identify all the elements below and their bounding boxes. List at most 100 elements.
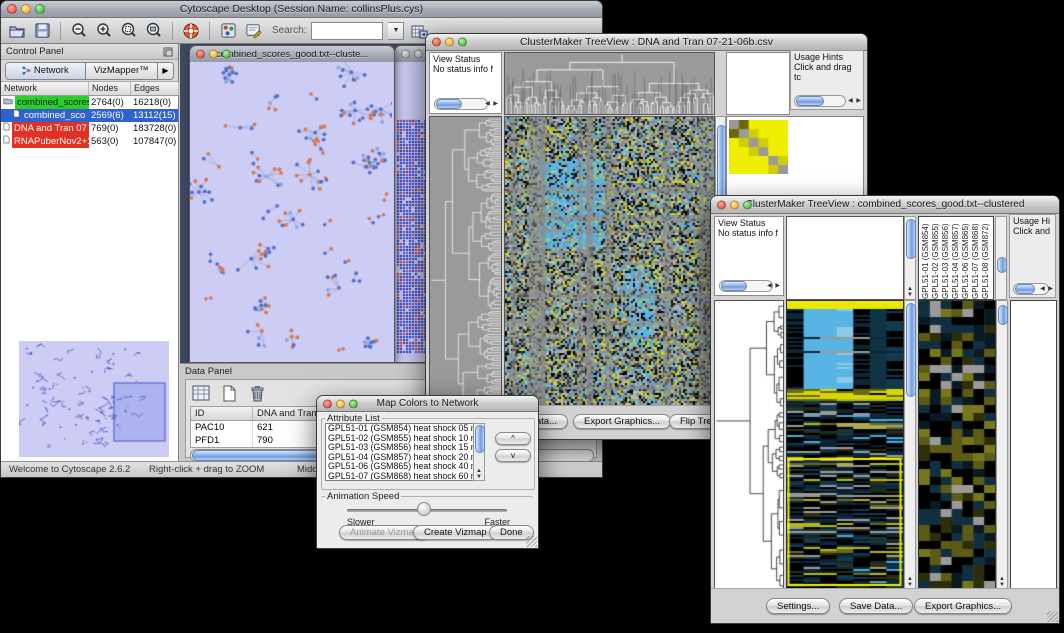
treeview2-button[interactable]: Settings... xyxy=(766,598,830,614)
vizmapper-icon[interactable] xyxy=(218,21,238,41)
open-file-icon[interactable] xyxy=(7,21,27,41)
close-icon[interactable] xyxy=(323,399,332,408)
birdseye-view[interactable] xyxy=(19,341,169,457)
scrollbar-thumb[interactable] xyxy=(906,303,916,397)
network-window1-titlebar[interactable]: combined_scores_good.txt--cluste... xyxy=(190,46,394,63)
treeview2-heatmap[interactable] xyxy=(786,300,904,590)
similarity-matrix-canvas[interactable] xyxy=(729,120,788,174)
main-titlebar[interactable]: Cytoscape Desktop (Session Name: collins… xyxy=(1,1,602,18)
attribute-column-header[interactable]: ID xyxy=(191,407,253,420)
usage-hints-hscrollbar[interactable] xyxy=(794,95,846,107)
search-input[interactable] xyxy=(311,22,383,40)
new-attribute-icon[interactable] xyxy=(218,383,240,403)
scrollbar-arrows-icon[interactable]: ◀ ▶ xyxy=(767,281,781,291)
float-panel-icon[interactable] xyxy=(163,47,173,57)
minimize-icon[interactable] xyxy=(209,50,218,59)
attribute-list[interactable]: GPL51-01 (GSM854) heat shock 05 minGPL51… xyxy=(325,423,485,481)
network-view1-body[interactable] xyxy=(190,62,394,362)
close-icon[interactable] xyxy=(401,50,410,59)
zoom-window-icon[interactable] xyxy=(458,38,467,47)
treeview1-column-dendrogram[interactable] xyxy=(504,52,715,115)
scrollbar-arrows-icon[interactable]: ◀ ▶ xyxy=(485,99,499,109)
scrollbar-thumb[interactable] xyxy=(475,425,485,453)
tab-network[interactable]: Network xyxy=(6,63,86,79)
minimize-icon[interactable] xyxy=(21,4,31,14)
treeview2-collabel-vscrollbar[interactable] xyxy=(995,216,1007,300)
treeview2-titlebar[interactable]: ClusterMaker TreeView : combined_scores_… xyxy=(711,196,1059,214)
treeview1-titlebar[interactable]: ClusterMaker TreeView : DNA and Tran 07-… xyxy=(426,34,867,51)
minimize-icon[interactable] xyxy=(445,38,454,47)
save-session-icon[interactable] xyxy=(32,21,52,41)
treeview1-heatmap[interactable] xyxy=(504,116,715,406)
scrollbar-arrows-icon[interactable]: ▲▼ xyxy=(905,576,915,588)
treeview2-heatmap-vscrollbar[interactable]: ▲▼ xyxy=(904,300,916,590)
move-down-button[interactable]: v xyxy=(495,449,531,462)
treeview1-row-dendrogram[interactable] xyxy=(429,116,502,406)
attribute-list-item[interactable]: GPL51-07 (GSM868) heat shock 60 min xyxy=(328,472,484,481)
scrollbar-thumb[interactable] xyxy=(436,99,462,109)
zoom-out-icon[interactable] xyxy=(69,21,89,41)
attribute-list-vscrollbar[interactable]: ▲▼ xyxy=(473,423,485,481)
network-table-row[interactable]: DNA and Tran 07 769(0) 183728(0) xyxy=(1,122,178,135)
zoom-fit-icon[interactable] xyxy=(144,21,164,41)
minimize-icon[interactable] xyxy=(730,200,739,209)
column-label[interactable] xyxy=(759,53,769,114)
dialog-titlebar[interactable]: Map Colors to Network xyxy=(317,396,538,412)
treeview2-button[interactable]: Export Graphics... xyxy=(914,598,1012,614)
minimize-icon[interactable] xyxy=(414,50,423,59)
scrollbar-arrows-icon[interactable]: ◀ ▶ xyxy=(848,96,862,106)
scrollbar-thumb[interactable] xyxy=(1015,284,1035,294)
close-icon[interactable] xyxy=(432,38,441,47)
treeview2-zoom-heatmap[interactable] xyxy=(918,300,996,590)
scrollbar-thumb[interactable] xyxy=(997,257,1007,273)
minimize-icon[interactable] xyxy=(336,399,345,408)
column-label[interactable]: GPL51-01 (GSM854) xyxy=(921,217,931,299)
column-label[interactable]: GPL51-07 (GSM868) xyxy=(971,217,981,299)
column-label[interactable] xyxy=(739,53,749,114)
network-window-foreground[interactable]: combined_scores_good.txt--cluste... xyxy=(189,45,395,363)
create-vizmap-button[interactable]: Create Vizmap xyxy=(413,525,498,540)
scrollbar-arrows-icon[interactable]: ▲▼ xyxy=(474,468,484,480)
network-view1-canvas[interactable] xyxy=(190,62,392,360)
resize-grip[interactable] xyxy=(526,536,537,547)
treeview2-row-dendrogram[interactable] xyxy=(714,300,784,590)
zoom-heatmap-canvas[interactable] xyxy=(919,301,995,589)
treeview2-top-vscrollbar[interactable]: ▲▼ xyxy=(904,216,916,300)
zoom-window-icon[interactable] xyxy=(222,50,231,59)
delete-attribute-trash-icon[interactable] xyxy=(246,383,268,403)
network-table-header-cell[interactable]: Edges xyxy=(131,82,179,95)
column-dendrogram-canvas[interactable] xyxy=(505,53,714,114)
column-label[interactable]: GPL51-02 (GSM855) xyxy=(931,217,941,299)
zoom-selected-region-icon[interactable] xyxy=(119,21,139,41)
window-controls[interactable] xyxy=(7,4,45,14)
row-dendrogram-canvas[interactable] xyxy=(430,117,501,405)
column-label[interactable] xyxy=(729,53,739,114)
zoom-window-icon[interactable] xyxy=(35,4,45,14)
column-label[interactable]: GPL51-08 (GSM872) xyxy=(981,217,991,299)
attribute-select-icon[interactable] xyxy=(190,383,212,403)
network-table-header-cell[interactable]: Nodes xyxy=(89,82,131,95)
tab-vizmapper[interactable]: VizMapper™ xyxy=(86,63,158,79)
heatmap-canvas[interactable] xyxy=(787,301,903,589)
close-icon[interactable] xyxy=(7,4,17,14)
scrollbar-thumb[interactable] xyxy=(906,219,916,259)
close-icon[interactable] xyxy=(196,50,205,59)
scrollbar-thumb[interactable] xyxy=(796,96,824,106)
slider-thumb[interactable] xyxy=(417,502,431,516)
scrollbar-arrows-icon[interactable]: ◀ ▶ xyxy=(1040,284,1054,294)
column-label[interactable]: GPL51-06 (GSM865) xyxy=(961,217,971,299)
zoom-window-icon[interactable] xyxy=(743,200,752,209)
row-dendrogram-canvas[interactable] xyxy=(715,301,783,589)
treeview2-zoom-vscrollbar[interactable]: ▲▼ xyxy=(996,300,1008,590)
scrollbar-arrows-icon[interactable]: ▲▼ xyxy=(905,286,915,298)
zoom-window-icon[interactable] xyxy=(349,399,358,408)
column-label[interactable] xyxy=(779,53,789,114)
help-lifesaver-icon[interactable] xyxy=(181,21,201,41)
network-table-row[interactable]: RNAPuberNov2+1 563(0) 107847(0) xyxy=(1,135,178,148)
resize-grip[interactable] xyxy=(1047,611,1058,622)
column-label[interactable] xyxy=(749,53,759,114)
search-dropdown-icon[interactable]: ▼ xyxy=(388,22,404,40)
column-label[interactable]: GPL51-04 (GSM857) xyxy=(951,217,961,299)
treeview2-button[interactable]: Save Data... xyxy=(839,598,913,614)
tab-overflow-arrow-icon[interactable]: ▶ xyxy=(158,63,173,79)
